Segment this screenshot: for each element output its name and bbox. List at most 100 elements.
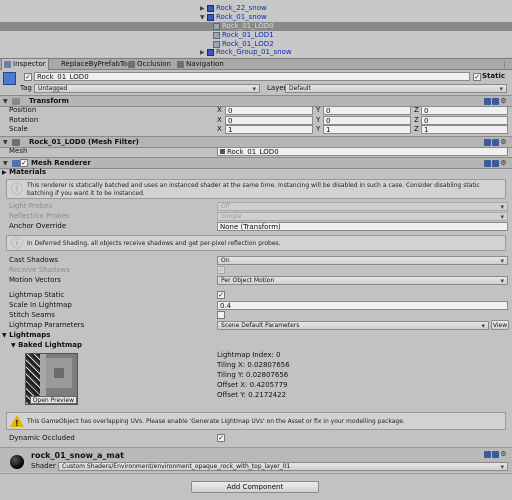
cast-shadows-dropdown[interactable]: On — [217, 256, 508, 265]
position-z-field[interactable]: 0 — [421, 106, 508, 115]
component-title: Transform — [29, 97, 69, 105]
tab-navigation[interactable]: Navigation — [175, 59, 227, 70]
mesh-renderer-enabled-checkbox[interactable]: ✓ — [20, 159, 28, 167]
position-label: Position — [9, 106, 37, 114]
lightmap-parameters-dropdown[interactable]: Scene Default Parameters — [217, 321, 489, 330]
lightmap-parameters-view-button[interactable]: View — [491, 320, 509, 330]
settings-icon[interactable]: ⚙ — [500, 451, 507, 458]
material-header-icons: ⚙ — [483, 451, 509, 459]
receive-shadows-checkbox[interactable]: ✓ — [217, 266, 225, 274]
light-probes-dropdown[interactable]: Off — [217, 202, 508, 211]
axis-y-label: Y — [316, 125, 321, 133]
help-text: This renderer is statically batched and … — [27, 182, 480, 197]
cube-icon — [207, 49, 214, 56]
hierarchy-item-label: Rock_01_LOD1 — [222, 31, 274, 39]
hierarchy-item-rock-01-snow[interactable]: ▼ Rock_01_snow — [0, 13, 512, 22]
motion-vectors-dropdown[interactable]: Per Object Motion — [217, 276, 508, 285]
book-help-icon[interactable] — [484, 139, 491, 146]
tiling-y-text: Tiling Y: 0.02807656 — [217, 371, 289, 379]
fold-arrow-icon[interactable]: ▼ — [3, 160, 8, 167]
reflection-probes-dropdown[interactable]: Simple — [217, 212, 508, 221]
book-help-icon[interactable] — [484, 160, 491, 167]
scale-x-field[interactable]: 1 — [225, 125, 313, 134]
preset-icon[interactable] — [492, 139, 499, 146]
offset-y-text: Offset Y: 0.2172422 — [217, 391, 287, 399]
hierarchy-item-rock-22-snow[interactable]: ▶ Rock_22_snow — [0, 4, 512, 13]
position-x-field[interactable]: 0 — [225, 106, 313, 115]
tab-replace-by-prefab-tool[interactable]: ReplaceByPrefabTool — [50, 59, 134, 70]
hierarchy-item-rock-group-01-snow[interactable]: ▶ Rock_Group_01_snow — [0, 48, 512, 57]
book-help-icon[interactable] — [484, 451, 491, 458]
info-icon: ⓘ — [11, 182, 24, 196]
mesh-object-field[interactable]: Rock_01_LOD0 — [217, 147, 508, 156]
hierarchy-item-rock-01-lod1[interactable]: Rock_01_LOD1 — [0, 31, 512, 40]
transform-icon — [12, 98, 20, 105]
material-name: rock_01_snow_a_mat — [31, 451, 124, 460]
rotation-x-field[interactable]: 0 — [225, 116, 313, 125]
tag-dropdown[interactable]: Untagged — [34, 84, 260, 93]
lightmaps-foldout[interactable]: ▼ Lightmaps — [2, 331, 50, 340]
baked-lightmap-foldout[interactable]: ▼ Baked Lightmap — [11, 341, 82, 350]
tab-label: Inspector — [13, 60, 46, 68]
reflection-probes-label: Reflection Probes — [9, 212, 70, 220]
position-y-field[interactable]: 0 — [323, 106, 411, 115]
settings-icon[interactable]: ⚙ — [500, 98, 507, 105]
axis-x-label: X — [217, 125, 222, 133]
book-help-icon[interactable] — [484, 98, 491, 105]
open-preview-button[interactable]: Open Preview — [29, 396, 77, 404]
shader-dropdown[interactable]: Custom Shaders/Environment/environment_o… — [58, 462, 508, 471]
motion-vectors-label: Motion Vectors — [9, 276, 61, 284]
tab-menu-icon[interactable]: ⋮ — [501, 61, 508, 69]
hierarchy-item-label: Rock_01_LOD0 — [222, 22, 274, 30]
axis-z-label: Z — [414, 106, 419, 114]
overlapping-uv-warning-box: This GameObject has overlapping UVs. Ple… — [6, 412, 506, 430]
fold-arrow-icon[interactable]: ▶ — [200, 48, 205, 57]
tab-occlusion[interactable]: Occlusion — [126, 59, 174, 70]
component-header-icons: ⚙ — [483, 139, 509, 147]
mesh-value: Rock_01_LOD0 — [227, 148, 279, 156]
rotation-y-field[interactable]: 0 — [323, 116, 411, 125]
mesh-renderer-header[interactable]: ▼ ✓ Mesh Renderer ⚙ — [0, 157, 512, 169]
baked-lightmap-thumbnail[interactable]: Open Preview — [25, 353, 78, 405]
cube-icon — [213, 41, 220, 48]
scale-y-field[interactable]: 1 — [323, 125, 411, 134]
preset-icon[interactable] — [492, 451, 499, 458]
scale-in-lightmap-field[interactable]: 0.4 — [217, 301, 508, 310]
layer-dropdown[interactable]: Default — [285, 84, 507, 93]
fold-arrow-icon[interactable]: ▶ — [200, 4, 205, 13]
settings-icon[interactable]: ⚙ — [500, 160, 507, 167]
static-label: Static — [482, 72, 506, 80]
cube-icon — [3, 72, 16, 85]
static-checkbox[interactable]: ✓ — [473, 73, 481, 81]
preset-icon[interactable] — [492, 98, 499, 105]
scale-z-field[interactable]: 1 — [421, 125, 508, 134]
stitch-seams-checkbox[interactable] — [217, 311, 225, 319]
fold-arrow-icon: ▼ — [11, 342, 16, 349]
fold-arrow-icon[interactable]: ▼ — [3, 139, 8, 146]
fold-arrow-icon[interactable]: ▼ — [3, 98, 8, 105]
hierarchy-item-label: Rock_01_snow — [216, 13, 267, 21]
dynamic-occluded-checkbox[interactable]: ✓ — [217, 434, 225, 442]
rotation-z-field[interactable]: 0 — [421, 116, 508, 125]
dynamic-occluded-label: Dynamic Occluded — [9, 434, 75, 442]
active-checkbox[interactable]: ✓ — [24, 73, 32, 81]
help-text: In Deferred Shading, all objects receive… — [27, 240, 281, 247]
fold-arrow-icon[interactable]: ▼ — [200, 13, 205, 22]
mesh-filter-icon — [12, 139, 20, 146]
component-header-icons: ⚙ — [483, 160, 509, 168]
add-component-button[interactable]: Add Component — [191, 481, 319, 493]
component-title: Rock_01_LOD0 (Mesh Filter) — [29, 138, 139, 146]
tab-inspector[interactable]: Inspector — [1, 59, 49, 70]
axis-z-label: Z — [414, 116, 419, 124]
occlusion-icon — [128, 61, 135, 68]
hierarchy-item-rock-01-lod0[interactable]: Rock_01_LOD0 — [0, 22, 512, 31]
axis-z-label: Z — [414, 125, 419, 133]
settings-icon[interactable]: ⚙ — [500, 139, 507, 146]
anchor-override-field[interactable]: None (Transform) — [217, 222, 508, 231]
lightmap-static-checkbox[interactable]: ✓ — [217, 291, 225, 299]
scale-in-lightmap-label: Scale In Lightmap — [9, 301, 72, 309]
info-icon: ⓘ — [11, 236, 24, 250]
object-name-field[interactable]: Rock_01_LOD0 — [34, 72, 470, 81]
preset-icon[interactable] — [492, 160, 499, 167]
materials-foldout[interactable]: ▶ Materials — [2, 168, 46, 177]
